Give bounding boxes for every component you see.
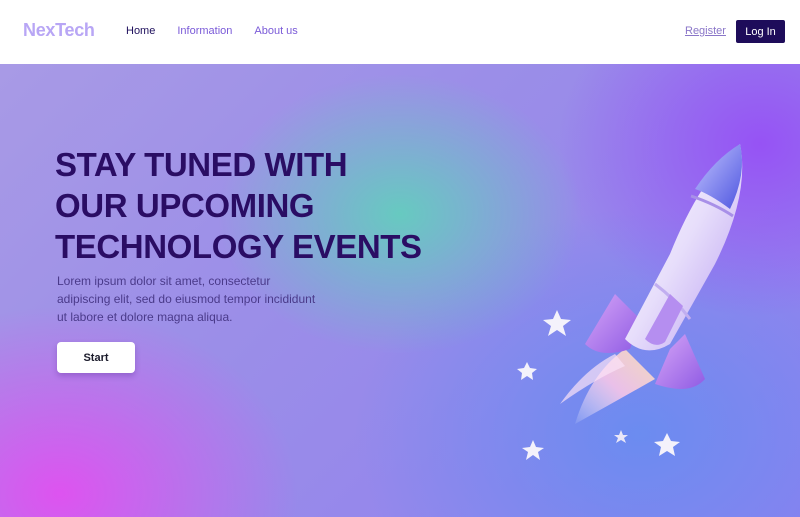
main-nav: Home Information About us	[126, 25, 320, 37]
nav-information[interactable]: Information	[177, 25, 232, 37]
hero-title: STAY TUNED WITH OUR UPCOMING TECHNOLOGY …	[55, 144, 475, 267]
hero-section: STAY TUNED WITH OUR UPCOMING TECHNOLOGY …	[0, 64, 800, 517]
nav-home[interactable]: Home	[126, 25, 155, 37]
rocket-icon	[517, 144, 743, 460]
brand-logo[interactable]: NexTech	[23, 20, 95, 41]
login-button[interactable]: Log In	[736, 20, 785, 43]
hero-title-line: STAY TUNED WITH	[55, 146, 348, 183]
hero-title-line: TECHNOLOGY EVENTS	[55, 228, 422, 265]
start-button[interactable]: Start	[57, 342, 135, 373]
register-link[interactable]: Register	[685, 25, 726, 37]
nav-about-us[interactable]: About us	[254, 25, 297, 37]
hero-title-line: OUR UPCOMING	[55, 187, 315, 224]
top-navbar: NexTech Home Information About us Regist…	[0, 0, 800, 64]
hero-description: Lorem ipsum dolor sit amet, consectetur …	[57, 274, 316, 324]
